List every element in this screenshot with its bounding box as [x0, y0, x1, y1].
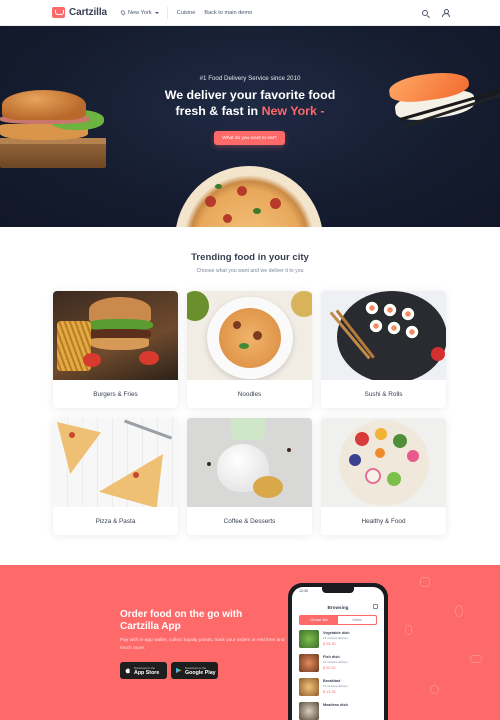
category-label: Sushi & Rolls	[364, 390, 403, 398]
item-name: Meatless dish	[323, 703, 348, 707]
phone-list-item[interactable]: Vegetable dish 15 minutes delivery $ 25.…	[299, 630, 379, 650]
phone-tabs: Choose dish Orders	[299, 615, 377, 625]
phone-time: 12:30	[299, 589, 308, 593]
item-price: $ 13.25	[323, 690, 336, 694]
item-name: Fish dish	[323, 655, 340, 659]
location-pin-icon	[119, 9, 127, 16]
category-label: Healthy & Food	[361, 517, 406, 525]
section-title: Trending food in your city	[191, 252, 309, 263]
healthy-food-image	[321, 418, 446, 507]
category-label: Pizza & Pasta	[95, 517, 136, 525]
hero-title-line2: fresh & fast in New York -	[0, 103, 500, 119]
app-promo-section: Order food on the go with Cartzilla App …	[0, 565, 500, 720]
app-store-button[interactable]: Download on the App Store	[120, 662, 167, 679]
app-store-label: App Store	[134, 669, 160, 676]
burger-image	[53, 291, 178, 380]
phone-list-item[interactable]: Fish dish 15 minutes delivery $ 20.20	[299, 654, 379, 674]
promo-title: Order food on the go with Cartzilla App	[120, 609, 280, 633]
phone-title: Browsing	[327, 605, 349, 610]
phone-tab-choose-dish[interactable]: Choose dish	[300, 616, 338, 624]
phone-screen: 12:30 Browsing Choose dish Orders Vegeta…	[292, 587, 384, 720]
hero-title-line1: We deliver your favorite food	[164, 88, 336, 102]
section-subtitle: Choose what you want and we deliver it t…	[196, 268, 304, 274]
hero-title-suffix: -	[316, 104, 325, 118]
hero-banner: #1 Food Delivery Service since 2010 We d…	[0, 26, 500, 227]
location-label: New York	[128, 9, 152, 16]
item-price: $ 20.20	[323, 666, 336, 670]
google-play-icon	[176, 667, 182, 674]
promo-description: Pay with in-app wallet, collect loyalty …	[120, 638, 285, 651]
phone-list-item[interactable]: Breakfast 15 minutes delivery $ 13.25	[299, 678, 379, 698]
search-icon[interactable]	[422, 9, 428, 16]
google-play-button[interactable]: Download on the Google Play	[171, 662, 218, 679]
promo-title-line2: Cartzilla App	[120, 621, 181, 632]
category-label: Coffee & Desserts	[223, 517, 276, 525]
divider	[166, 6, 168, 19]
phone-mockup: 12:30 Browsing Choose dish Orders Vegeta…	[288, 583, 388, 720]
sushi-image	[321, 291, 446, 380]
hero-title-prefix: fresh & fast in	[175, 104, 262, 118]
item-meta: 15 minutes delivery	[323, 660, 348, 664]
cart-logo-icon	[52, 7, 65, 18]
hero-kicker: #1 Food Delivery Service since 2010	[199, 75, 301, 82]
hero-pizza-image	[175, 166, 323, 227]
logo[interactable]: Cartzilla	[52, 7, 107, 18]
category-card-sushi[interactable]: Sushi & Rolls	[321, 291, 446, 408]
nav-back-to-main-demo[interactable]: Back to main demo	[204, 10, 252, 16]
logo-text: Cartzilla	[69, 7, 108, 18]
category-card-noodles[interactable]: Noodles	[187, 291, 312, 408]
item-price: $ 25.30	[323, 642, 336, 646]
category-card-healthy[interactable]: Healthy & Food	[321, 418, 446, 535]
noodles-image	[187, 291, 312, 380]
category-card-coffee[interactable]: Coffee & Desserts	[187, 418, 312, 535]
nav-cuisine[interactable]: Cuisine	[177, 10, 196, 16]
category-label: Noodles	[237, 390, 262, 398]
dessert-image	[187, 418, 312, 507]
item-meta: 15 minutes delivery	[323, 684, 348, 688]
item-name: Vegetable dish	[323, 631, 350, 635]
site-header: Cartzilla New York Cuisine Back to main …	[0, 0, 500, 26]
apple-icon	[125, 667, 131, 674]
category-label: Burgers & Fries	[93, 390, 138, 398]
google-play-label: Google Play	[185, 669, 216, 676]
category-card-pizza[interactable]: Pizza & Pasta	[53, 418, 178, 535]
hero-city: New York	[261, 104, 317, 118]
location-selector[interactable]: New York	[119, 9, 159, 16]
pizza-image	[53, 418, 178, 507]
hero-title: We deliver your favorite food fresh & fa…	[0, 87, 500, 119]
item-meta: 15 minutes delivery	[323, 636, 348, 640]
hero-cta-button[interactable]: What do you want to eat?	[214, 131, 285, 145]
caret-down-icon	[154, 11, 159, 14]
category-card-burgers[interactable]: Burgers & Fries	[53, 291, 178, 408]
promo-title-line1: Order food on the go with	[120, 609, 243, 620]
phone-list-item[interactable]: Meatless dish	[299, 702, 379, 720]
phone-tab-orders[interactable]: Orders	[338, 616, 376, 624]
user-icon[interactable]	[442, 9, 450, 17]
item-name: Breakfast	[323, 679, 341, 683]
filter-icon[interactable]	[373, 604, 378, 609]
